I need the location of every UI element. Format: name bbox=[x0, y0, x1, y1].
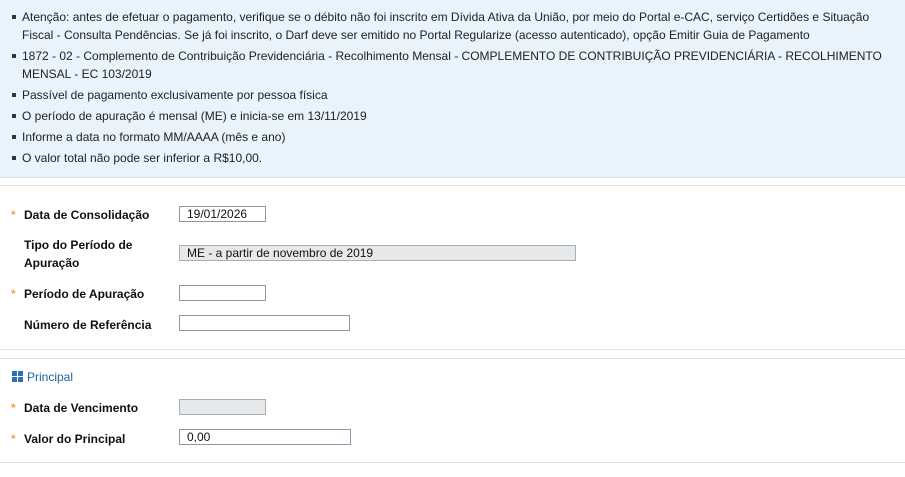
info-item: Atenção: antes de efetuar o pagamento, v… bbox=[12, 8, 895, 44]
tipo-periodo-label: Tipo do Período de Apuração bbox=[24, 238, 133, 270]
info-item-text: O valor total não pode ser inferior a R$… bbox=[22, 151, 263, 165]
grid-icon bbox=[12, 371, 23, 382]
info-item-text: 1872 - 02 - Complemento de Contribuição … bbox=[22, 49, 882, 81]
bullet-icon bbox=[12, 15, 16, 19]
bullet-icon bbox=[12, 135, 16, 139]
required-star-icon: * bbox=[11, 208, 16, 222]
data-vencimento-label: Data de Vencimento bbox=[24, 401, 139, 415]
bullet-icon bbox=[12, 93, 16, 97]
bullet-icon bbox=[12, 114, 16, 118]
periodo-apuracao-input[interactable] bbox=[179, 285, 266, 301]
required-star-icon: * bbox=[11, 287, 16, 301]
required-star-icon: * bbox=[11, 401, 16, 415]
info-list: Atenção: antes de efetuar o pagamento, v… bbox=[0, 0, 905, 167]
info-item-text: Informe a data no formato MM/AAAA (mês e… bbox=[22, 130, 286, 144]
numero-referencia-label: Número de Referência bbox=[24, 318, 152, 332]
info-item: O período de apuração é mensal (ME) e in… bbox=[12, 107, 895, 125]
bullet-icon bbox=[12, 54, 16, 58]
data-vencimento-input bbox=[179, 399, 266, 415]
data-consolidacao-input[interactable] bbox=[179, 206, 266, 222]
valor-principal-input[interactable] bbox=[179, 429, 351, 445]
principal-title-text: Principal bbox=[27, 370, 74, 384]
info-item-text: Passível de pagamento exclusivamente por… bbox=[22, 88, 328, 102]
info-box: Atenção: antes de efetuar o pagamento, v… bbox=[0, 0, 905, 178]
data-consolidacao-label: Data de Consolidação bbox=[24, 208, 150, 222]
info-item-text: O período de apuração é mensal (ME) e in… bbox=[22, 109, 367, 123]
info-item-text: Atenção: antes de efetuar o pagamento, v… bbox=[22, 10, 870, 42]
bullet-icon bbox=[12, 156, 16, 160]
info-item: 1872 - 02 - Complemento de Contribuição … bbox=[12, 47, 895, 83]
required-star-icon: * bbox=[11, 432, 16, 446]
periodo-apuracao-label: Período de Apuração bbox=[24, 287, 145, 301]
principal-section-title: Principal bbox=[12, 370, 73, 384]
info-item: O valor total não pode ser inferior a R$… bbox=[12, 149, 895, 167]
tipo-periodo-input bbox=[179, 245, 576, 261]
info-item: Passível de pagamento exclusivamente por… bbox=[12, 86, 895, 104]
form-section: * Data de Consolidação Tipo do Período d… bbox=[0, 185, 905, 350]
valor-principal-label: Valor do Principal bbox=[24, 432, 126, 446]
info-item: Informe a data no formato MM/AAAA (mês e… bbox=[12, 128, 895, 146]
principal-section: Principal * Data de Vencimento * Valor d… bbox=[0, 358, 905, 463]
numero-referencia-input[interactable] bbox=[179, 315, 350, 331]
